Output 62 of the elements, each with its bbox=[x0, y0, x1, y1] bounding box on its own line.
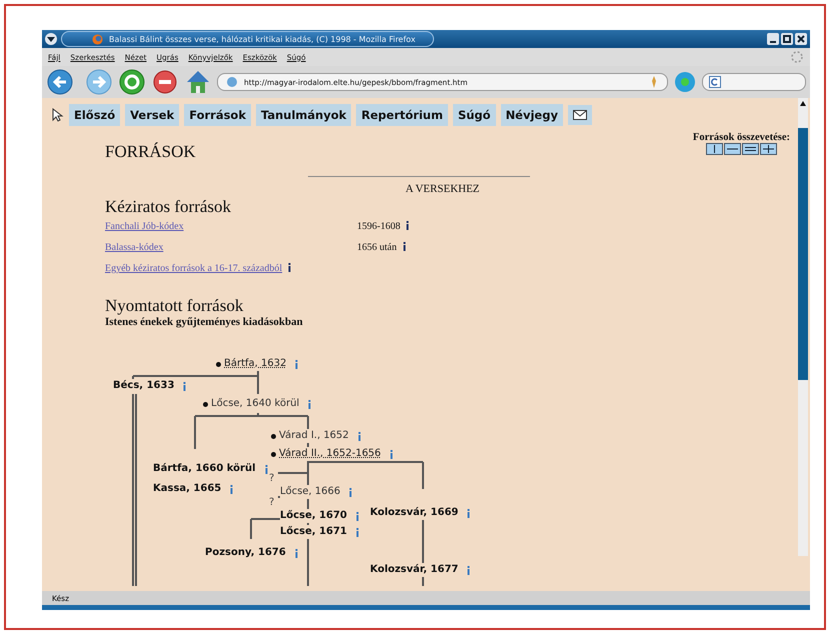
nav-button[interactable]: Források bbox=[184, 104, 251, 126]
section-title: Kéziratos források bbox=[105, 197, 232, 217]
nav-button[interactable]: Repertórium bbox=[356, 104, 448, 126]
edition-label: Lőcse, 1671 bbox=[280, 525, 348, 539]
edition-label: Lőcse, 1666 bbox=[280, 485, 340, 499]
envelope-icon bbox=[572, 110, 587, 120]
scrollbar-thumb[interactable] bbox=[798, 128, 808, 380]
window-title: Balassi Bálint összes verse, hálózati kritikai kiadás, (C) 1998 - Mozilla Firefox bbox=[61, 31, 434, 47]
browser-logo-icon bbox=[92, 34, 103, 44]
horizontal-split-button[interactable] bbox=[724, 143, 741, 155]
quad-split-button[interactable] bbox=[760, 143, 777, 155]
close-icon bbox=[797, 35, 805, 43]
search-field[interactable] bbox=[702, 73, 806, 91]
uncertain-mark: ? bbox=[269, 474, 274, 484]
nav-button[interactable]: Névjegy bbox=[500, 104, 563, 126]
single-column-button[interactable] bbox=[706, 143, 723, 155]
globe-icon bbox=[226, 76, 238, 88]
forward-button[interactable] bbox=[85, 68, 113, 96]
cursor-icon[interactable] bbox=[50, 108, 64, 122]
edition-label: Lőcse, 1640 körül bbox=[211, 397, 300, 411]
mail-button[interactable] bbox=[568, 105, 592, 125]
edition-label: Bártfa, 1660 körül bbox=[153, 462, 256, 476]
edition-label: Lőcse, 1670 bbox=[280, 509, 348, 523]
nav-button[interactable]: Tanulmányok bbox=[256, 104, 352, 126]
maximize-icon bbox=[783, 35, 791, 43]
stop-button[interactable] bbox=[151, 68, 179, 96]
edition-label: Kolozsvár, 1677 bbox=[370, 563, 458, 577]
manuscript-link[interactable]: Balassa-kódex bbox=[105, 242, 355, 253]
date-text: 1656 után bbox=[357, 242, 397, 253]
window-menu-button[interactable] bbox=[45, 33, 57, 45]
nav-button[interactable]: Előszó bbox=[69, 104, 120, 126]
info-icon[interactable] bbox=[404, 221, 412, 230]
edition-label: Kassa, 1665 bbox=[153, 482, 222, 496]
activity-indicator-icon bbox=[790, 50, 804, 64]
info-icon[interactable] bbox=[286, 263, 294, 272]
double-split-button[interactable] bbox=[742, 143, 759, 155]
subheading: Istenes énekek gyűjteményes kiadásokban bbox=[105, 316, 304, 328]
edition-label[interactable]: Várad II., 1652-1656 bbox=[279, 447, 381, 461]
edition-label: Várad I., 1652 bbox=[279, 429, 349, 443]
edition-label[interactable]: Bártfa, 1632 bbox=[224, 357, 286, 371]
manuscript-link[interactable]: Fanchali Jób-kódex bbox=[105, 221, 355, 232]
compare-label: Források összevetése: bbox=[692, 132, 790, 143]
edition-label: Kolozsvár, 1669 bbox=[370, 506, 458, 520]
uncertain-mark: ? bbox=[269, 498, 274, 508]
date-text: 1596-1608 bbox=[357, 221, 400, 232]
section-title: Nyomtatott források bbox=[105, 296, 244, 316]
caret-icon bbox=[46, 34, 56, 44]
manuscript-link[interactable]: Egyéb kéziratos források a 16-17. századból bbox=[105, 263, 282, 274]
scrollbar[interactable] bbox=[798, 98, 808, 556]
maximize-button[interactable] bbox=[781, 33, 793, 45]
nav-button[interactable]: Súgó bbox=[452, 104, 496, 126]
search-engine-icon bbox=[709, 76, 721, 88]
bookmark-icon bbox=[649, 76, 659, 88]
nav-button[interactable]: Versek bbox=[125, 104, 180, 126]
edition-label: Bécs, 1633 bbox=[113, 379, 174, 393]
page-title: FORRÁSOK bbox=[105, 142, 196, 162]
close-button[interactable] bbox=[795, 33, 807, 45]
section-heading: A VERSEKHEZ bbox=[404, 183, 481, 195]
info-icon[interactable] bbox=[400, 242, 408, 251]
edition-label: Pozsony, 1676 bbox=[205, 546, 286, 560]
minimize-button[interactable] bbox=[767, 33, 779, 45]
reload-button[interactable] bbox=[118, 68, 146, 96]
